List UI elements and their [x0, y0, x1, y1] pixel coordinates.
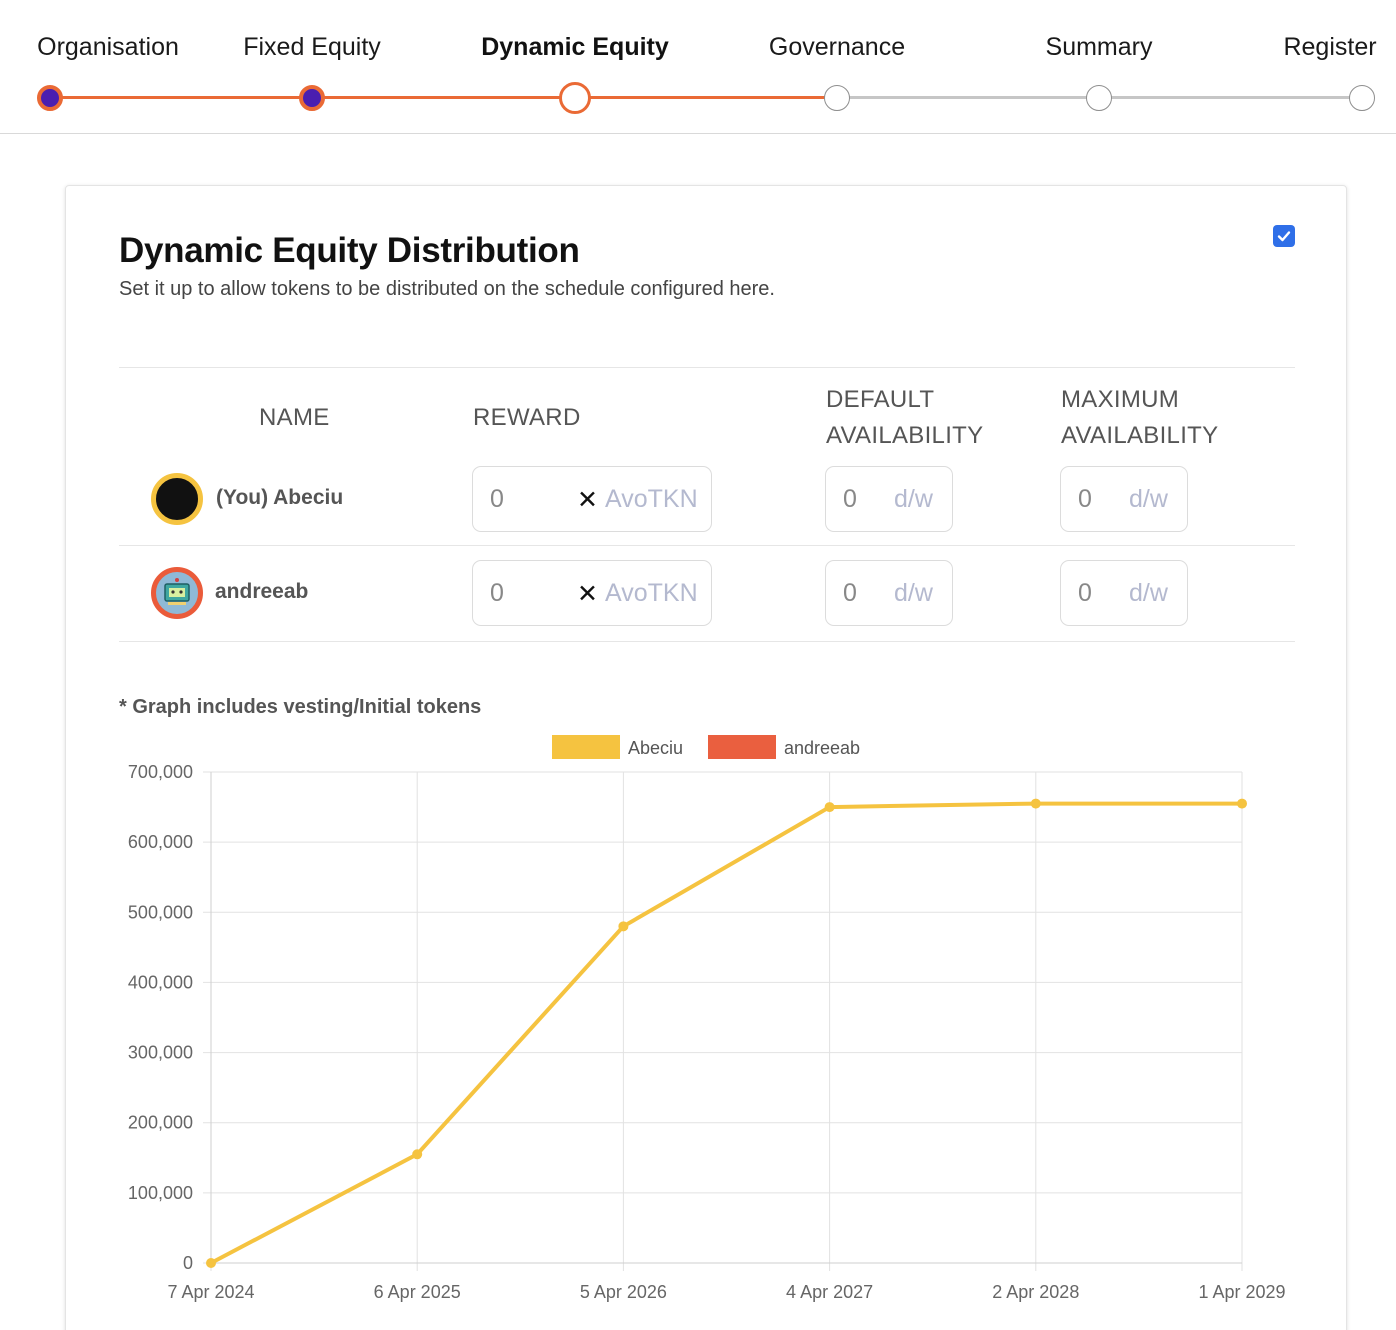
legend-swatch [552, 735, 620, 759]
stepper-progress-line [575, 96, 837, 99]
data-point [1237, 798, 1247, 809]
legend-label: Abeciu [628, 738, 683, 758]
y-tick-label: 200,000 [128, 1113, 193, 1133]
data-point [1030, 798, 1041, 809]
step-summary-label[interactable]: Summary [1046, 33, 1153, 62]
step-register-label[interactable]: Register [1283, 33, 1376, 62]
data-point [824, 802, 835, 813]
y-tick-label: 700,000 [128, 762, 193, 782]
x-tick-label: 2 Apr 2028 [992, 1282, 1079, 1302]
step-register-dot[interactable] [1349, 85, 1375, 111]
x-tick-label: 4 Apr 2027 [786, 1282, 873, 1302]
step-summary-dot[interactable] [1086, 85, 1112, 111]
data-point [206, 1258, 216, 1268]
y-tick-label: 0 [183, 1253, 193, 1273]
legend-swatch [708, 735, 776, 759]
step-governance-label[interactable]: Governance [769, 33, 905, 62]
step-dynamic-equity-label[interactable]: Dynamic Equity [481, 33, 669, 62]
y-tick-label: 600,000 [128, 832, 193, 852]
step-governance-dot[interactable] [824, 85, 850, 111]
x-tick-label: 1 Apr 2029 [1198, 1282, 1285, 1302]
x-tick-label: 5 Apr 2026 [580, 1282, 667, 1302]
step-fixed-equity-dot[interactable] [299, 85, 325, 111]
legend-label: andreeab [784, 738, 860, 758]
equity-line-chart: 0 100,000 200,000 300,000 400,000 500,000 600,… [128, 735, 1286, 1302]
step-dynamic-equity-dot[interactable] [559, 82, 591, 114]
series-line-abeciu [210, 801, 1242, 1265]
step-organisation-dot[interactable] [37, 85, 63, 111]
step-organisation-label[interactable]: Organisation [37, 33, 179, 62]
wizard-stepper: Organisation Fixed Equity Dynamic Equity… [0, 0, 1396, 134]
dynamic-equity-card: Dynamic Equity Distribution Set it up to… [65, 185, 1347, 1330]
step-fixed-equity-label[interactable]: Fixed Equity [243, 33, 381, 62]
y-tick-label: 500,000 [128, 902, 193, 922]
x-tick-label: 6 Apr 2025 [374, 1282, 461, 1302]
y-tick-label: 300,000 [128, 1043, 193, 1063]
data-point [618, 921, 629, 932]
y-tick-label: 400,000 [128, 972, 193, 992]
y-tick-label: 100,000 [128, 1183, 193, 1203]
x-tick-label: 7 Apr 2024 [167, 1282, 254, 1302]
data-point [412, 1149, 423, 1160]
